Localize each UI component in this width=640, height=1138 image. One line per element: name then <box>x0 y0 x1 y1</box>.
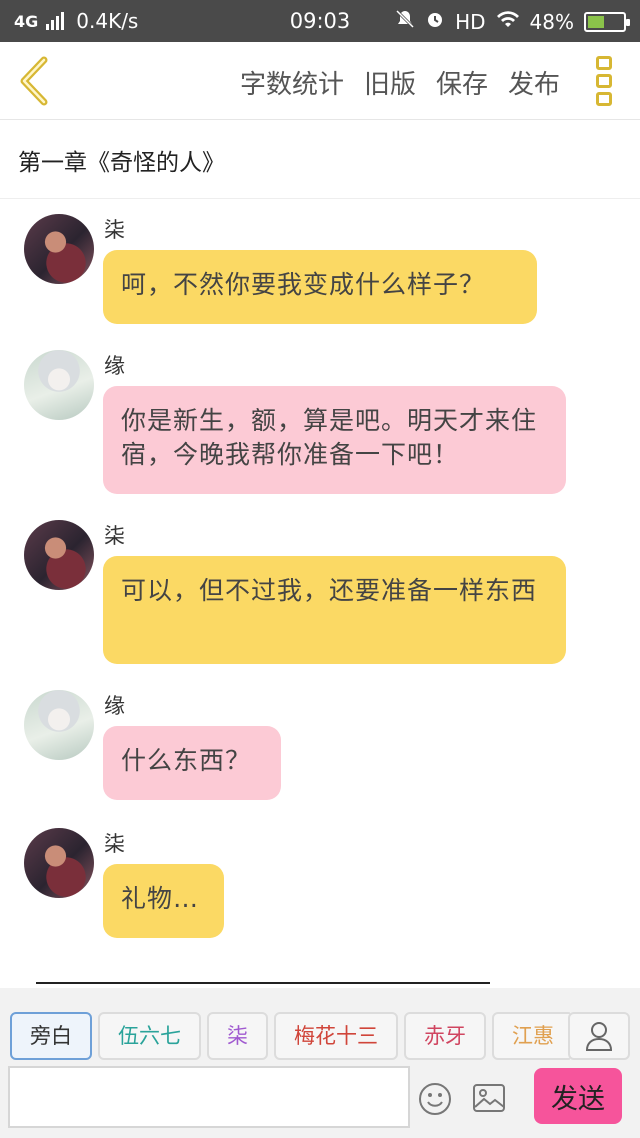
sender-name: 缘 <box>104 694 125 718</box>
person-icon <box>585 1022 613 1051</box>
more-icon-dot <box>596 92 612 106</box>
status-right: HD 48% <box>395 9 630 34</box>
role-chip-narrator[interactable]: 旁白 <box>10 1012 92 1060</box>
message-input[interactable] <box>8 1066 410 1128</box>
wifi-icon <box>496 9 520 34</box>
sender-name: 柒 <box>104 218 125 242</box>
content-divider <box>36 982 490 984</box>
word-count-button[interactable]: 字数统计 <box>240 64 344 101</box>
sender-name: 柒 <box>104 524 125 548</box>
hd-label: HD <box>455 9 486 34</box>
message-bubble[interactable]: 你是新生，额，算是吧。明天才来住宿，今晚我帮你准备一下吧！ <box>103 386 566 494</box>
alarm-icon <box>425 9 445 34</box>
role-selector: 旁白 伍六七柒梅花十三 赤牙 江惠 <box>10 1012 570 1062</box>
save-button[interactable]: 保存 <box>436 64 488 101</box>
battery-icon <box>584 11 630 32</box>
more-icon <box>596 56 612 70</box>
publish-button[interactable]: 发布 <box>508 64 560 101</box>
chevron-left-icon <box>20 56 48 106</box>
image-icon <box>473 1084 505 1112</box>
composer-panel: 旁白 伍六七柒梅花十三 赤牙 江惠 发送 <box>0 988 640 1138</box>
message-bubble[interactable]: 礼物… <box>103 864 224 938</box>
header-actions: 字数统计 旧版 保存 发布 <box>240 64 560 101</box>
more-menu-button[interactable] <box>596 56 616 106</box>
old-version-button[interactable]: 旧版 <box>364 64 416 101</box>
role-chip[interactable]: 柒 <box>207 1012 268 1060</box>
avatar[interactable] <box>24 690 94 760</box>
role-manager-button[interactable] <box>568 1012 630 1060</box>
avatar[interactable] <box>24 214 94 284</box>
image-button[interactable] <box>472 1083 506 1113</box>
avatar[interactable] <box>24 350 94 420</box>
chapter-title: 第一章《奇怪的人》 <box>18 149 225 176</box>
role-chip[interactable]: 梅花十三 <box>274 1012 398 1060</box>
role-chip[interactable]: 赤牙 <box>404 1012 486 1060</box>
message-bubble[interactable]: 呵，不然你要我变成什么样子？ <box>103 250 537 324</box>
app-header: 字数统计 旧版 保存 发布 <box>0 42 640 120</box>
battery-percent: 48% <box>529 9 574 34</box>
message-bubble[interactable]: 什么东西？ <box>103 726 281 800</box>
avatar[interactable] <box>24 828 94 898</box>
emoji-button[interactable] <box>418 1082 452 1116</box>
sender-name: 缘 <box>104 354 125 378</box>
smiley-icon <box>419 1083 451 1115</box>
message-bubble[interactable]: 可以，但不过我，还要准备一样东西 <box>103 556 566 664</box>
status-bar: 4G 0.4K/s 09:03 HD 48% <box>0 0 640 42</box>
role-chip[interactable]: 伍六七 <box>98 1012 201 1060</box>
chapter-title-bar[interactable]: 第一章《奇怪的人》 <box>0 121 640 199</box>
send-button[interactable]: 发送 <box>534 1068 622 1124</box>
sender-name: 柒 <box>104 832 125 856</box>
back-button[interactable] <box>14 56 58 106</box>
mute-icon <box>395 9 415 34</box>
role-chip[interactable]: 江惠 <box>492 1012 570 1060</box>
more-icon-dot <box>596 74 612 88</box>
avatar[interactable] <box>24 520 94 590</box>
